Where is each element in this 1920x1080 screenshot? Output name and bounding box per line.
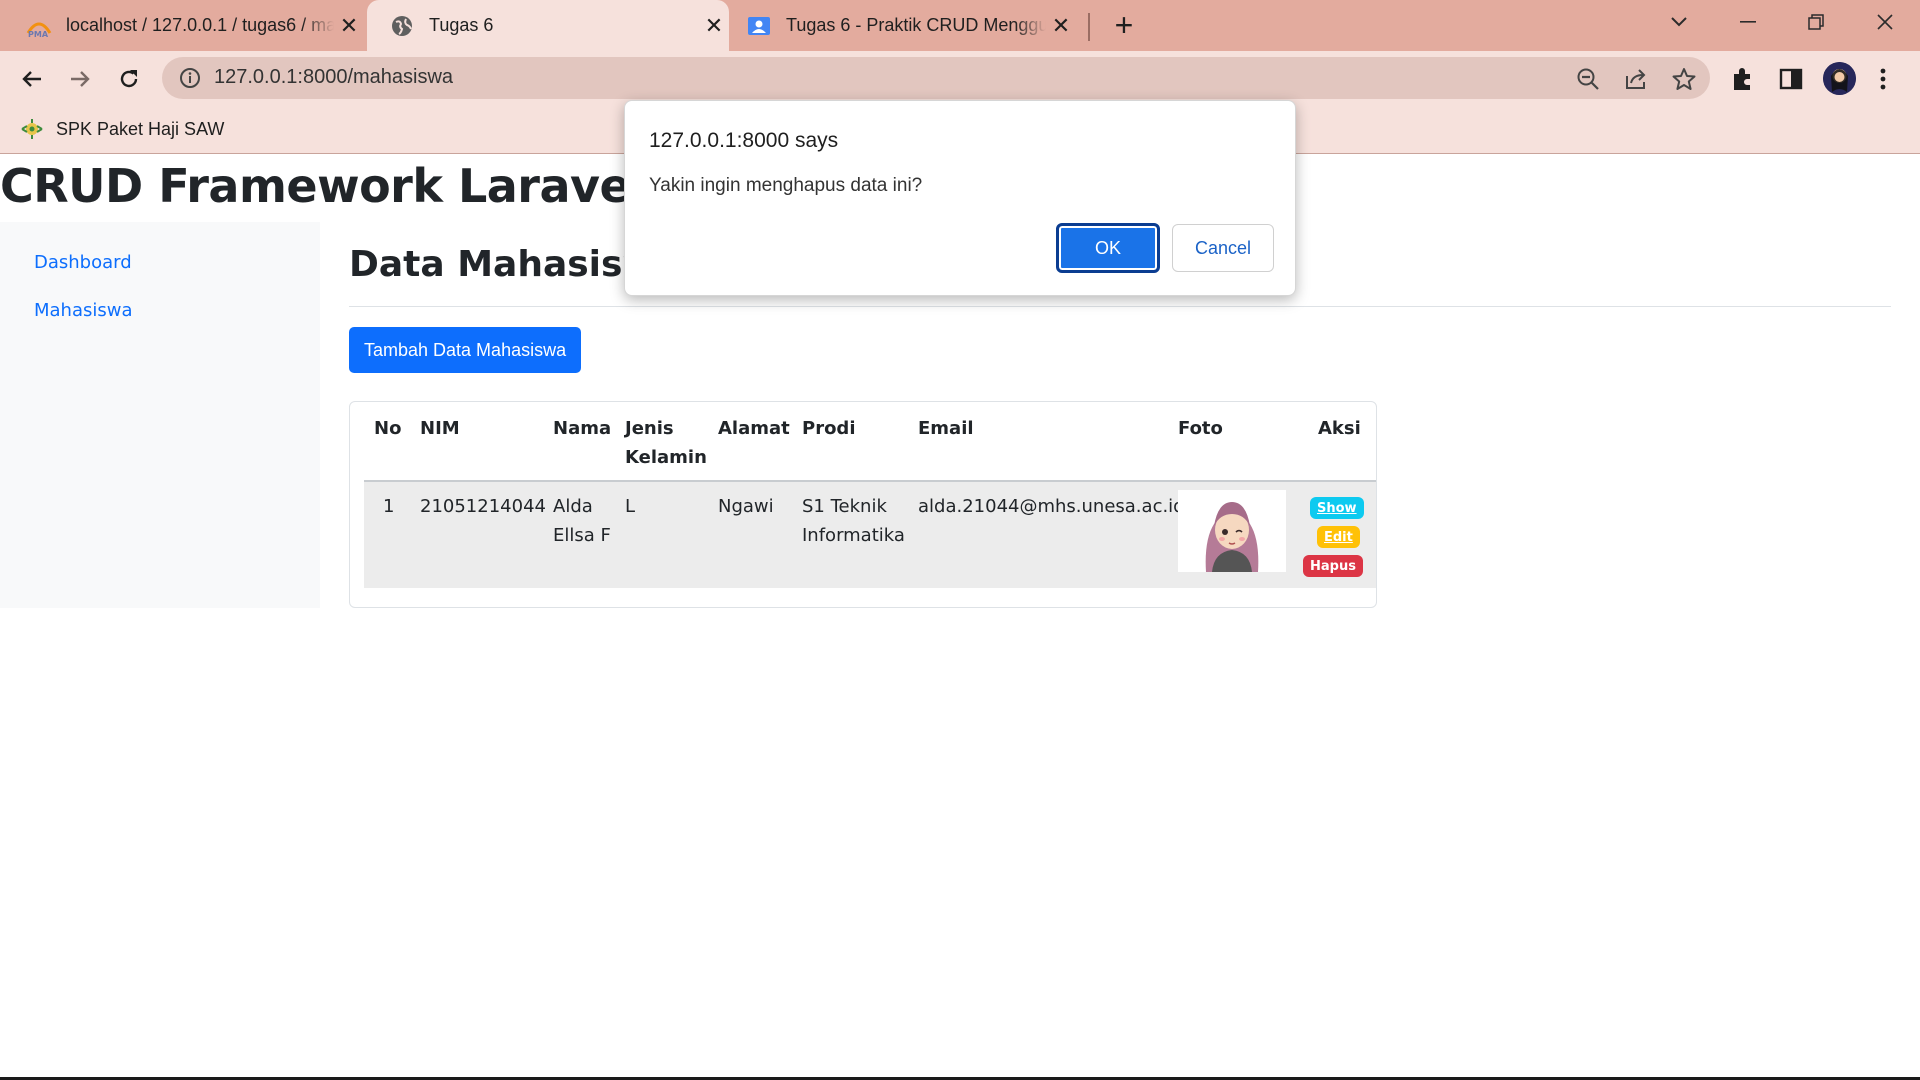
dialog-title: 127.0.0.1:8000 says <box>649 129 839 152</box>
column-header-email: Email <box>918 418 974 439</box>
close-window-icon[interactable] <box>1857 0 1913 44</box>
address-url: 127.0.0.1:8000/mahasiswa <box>214 66 454 88</box>
cell-jenis-kelamin: L <box>625 496 636 517</box>
sidebar: Dashboard Mahasiswa <box>0 222 320 608</box>
tab-title: localhost / 127.0.0.1 / tugas6 / mahasis… <box>66 15 334 35</box>
tab-tugas6[interactable]: Tugas 6 ✕ <box>367 0 729 51</box>
cell-prodi-line2: Informatika <box>802 525 905 546</box>
column-header-aksi: Aksi <box>1318 418 1361 439</box>
mahasiswa-table: No NIM Nama Jenis Kelamin Alamat Prodi E… <box>349 401 1377 608</box>
sidebar-item-mahasiswa[interactable]: Mahasiswa <box>34 300 133 321</box>
tab-title: Tugas 6 <box>429 15 494 35</box>
sidebar-item-dashboard[interactable]: Dashboard <box>34 252 132 273</box>
tab-separator <box>1088 13 1090 41</box>
navbar-brand[interactable]: CRUD Framework Laravel <box>0 159 646 213</box>
column-header-jk-line1: Jenis <box>625 418 674 439</box>
side-panel-icon[interactable] <box>1777 65 1805 93</box>
kebab-menu-icon[interactable] <box>1874 65 1892 93</box>
svg-text:PMA: PMA <box>28 30 49 39</box>
tab-praktik-crud[interactable]: Tugas 6 - Praktik CRUD Menggunakan Larav… <box>746 0 1076 51</box>
tab-phpmyadmin[interactable]: PMA localhost / 127.0.0.1 / tugas6 / mah… <box>26 0 364 51</box>
address-bar[interactable]: 127.0.0.1:8000/mahasiswa <box>162 57 1710 99</box>
cell-nama-line1: Alda <box>553 496 593 517</box>
confirm-dialog: 127.0.0.1:8000 says Yakin ingin menghapu… <box>624 100 1296 296</box>
table-row: 1 21051214044 Alda Ellsa F L Ngawi S1 Te… <box>364 480 1376 588</box>
delete-button[interactable]: Hapus <box>1303 555 1363 577</box>
student-photo <box>1178 490 1286 572</box>
minimize-icon[interactable] <box>1720 0 1776 44</box>
tab-search-chevron-icon[interactable] <box>1651 0 1707 44</box>
cell-nama-line2: Ellsa F <box>553 525 611 546</box>
column-header-nama: Nama <box>553 418 612 439</box>
column-header-foto: Foto <box>1178 418 1223 439</box>
cell-email: alda.21044@mhs.unesa.ac.id <box>918 496 1185 517</box>
column-header-prodi: Prodi <box>802 418 856 439</box>
column-header-jk-line2: Kelamin <box>625 447 707 468</box>
dialog-ok-button[interactable]: OK <box>1056 223 1160 273</box>
tab-close-icon[interactable]: ✕ <box>334 11 364 41</box>
extensions-puzzle-icon[interactable] <box>1729 65 1757 93</box>
bookmark-label: SPK Paket Haji SAW <box>56 118 225 139</box>
zoom-out-icon[interactable] <box>1575 66 1601 92</box>
browser-tab-strip: PMA localhost / 127.0.0.1 / tugas6 / mah… <box>0 0 1920 51</box>
phpmyadmin-icon: PMA <box>26 13 52 39</box>
show-button[interactable]: Show <box>1310 497 1364 519</box>
forward-arrow-icon[interactable] <box>62 61 98 97</box>
reload-icon[interactable] <box>111 61 147 97</box>
browser-toolbar: 127.0.0.1:8000/mahasiswa <box>0 51 1920 106</box>
bookmark-star-icon[interactable] <box>1671 66 1697 92</box>
cell-no: 1 <box>383 496 395 517</box>
cell-nim: 21051214044 <box>420 496 546 517</box>
cell-prodi: S1 Teknik Informatika <box>802 492 905 550</box>
dialog-message: Yakin ingin menghapus data ini? <box>649 175 923 196</box>
bookmark-site-icon <box>20 117 44 141</box>
tab-close-icon[interactable]: ✕ <box>1046 11 1076 41</box>
column-header-jenis-kelamin: Jenis Kelamin <box>625 414 707 472</box>
share-icon[interactable] <box>1623 66 1649 92</box>
column-header-no: No <box>374 418 402 439</box>
cell-prodi-line1: S1 Teknik <box>802 496 887 517</box>
back-arrow-icon[interactable] <box>14 61 50 97</box>
column-header-alamat: Alamat <box>718 418 790 439</box>
tab-title: Tugas 6 - Praktik CRUD Menggunakan Larav… <box>786 15 1046 35</box>
profile-avatar[interactable] <box>1823 62 1856 95</box>
cell-alamat: Ngawi <box>718 496 774 517</box>
restore-icon[interactable] <box>1788 0 1844 44</box>
divider <box>349 306 1891 307</box>
cell-nama: Alda Ellsa F <box>553 492 611 550</box>
edit-button[interactable]: Edit <box>1317 526 1360 548</box>
add-mahasiswa-button[interactable]: Tambah Data Mahasiswa <box>349 327 582 373</box>
tab-close-icon[interactable]: ✕ <box>699 11 729 41</box>
column-header-nim: NIM <box>420 418 460 439</box>
site-info-icon[interactable] <box>178 66 202 90</box>
bookmark-spk-paket-haji[interactable]: SPK Paket Haji SAW <box>20 117 224 141</box>
dialog-cancel-button[interactable]: Cancel <box>1172 224 1274 272</box>
new-tab-plus-icon[interactable]: + <box>1106 8 1142 44</box>
classroom-icon <box>746 13 772 39</box>
globe-icon <box>389 13 415 39</box>
